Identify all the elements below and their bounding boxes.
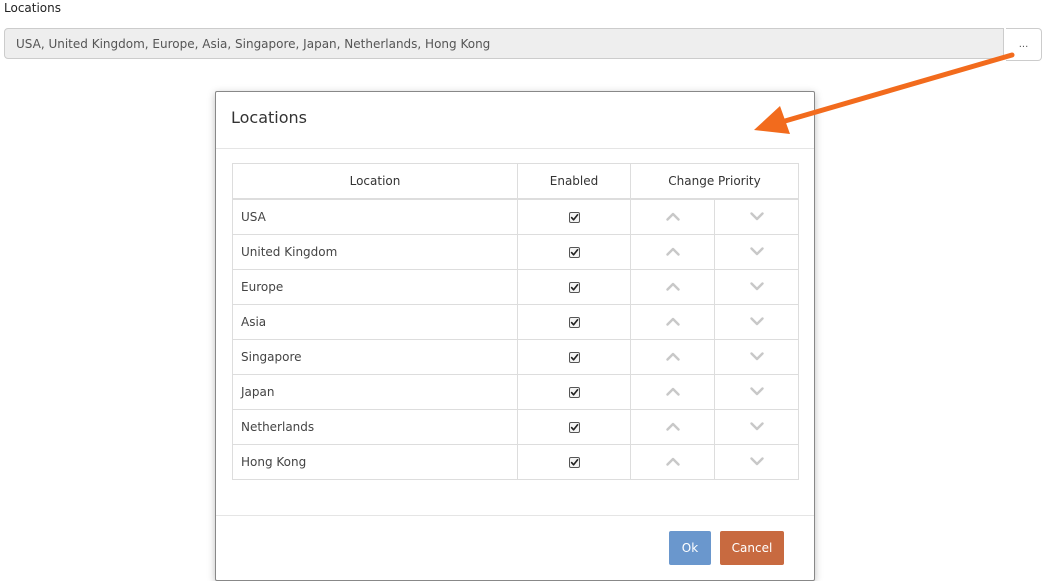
chevron-up-icon[interactable] xyxy=(665,420,680,434)
priority-up-cell xyxy=(630,234,715,270)
priority-down-cell xyxy=(714,374,799,410)
chevron-up-icon[interactable] xyxy=(665,350,680,364)
chevron-down-icon[interactable] xyxy=(749,350,764,364)
chevron-down-icon[interactable] xyxy=(749,210,764,224)
priority-up-cell xyxy=(630,304,715,340)
dialog-header: Locations xyxy=(216,92,814,149)
chevron-down-icon[interactable] xyxy=(749,280,764,294)
enabled-checkbox[interactable] xyxy=(568,247,580,258)
priority-down-cell xyxy=(714,409,799,445)
locations-dialog: Locations Location Enabled Change Priori… xyxy=(215,91,815,581)
priority-up-cell xyxy=(630,444,715,480)
chevron-down-icon[interactable] xyxy=(749,385,764,399)
column-header-enabled: Enabled xyxy=(517,163,631,200)
enabled-cell xyxy=(517,198,631,235)
dialog-footer: Ok Cancel xyxy=(216,515,814,581)
locations-field: USA, United Kingdom, Europe, Asia, Singa… xyxy=(4,28,1042,61)
location-name: Netherlands xyxy=(232,409,518,445)
location-name: USA xyxy=(232,198,518,235)
chevron-down-icon[interactable] xyxy=(749,245,764,259)
enabled-cell xyxy=(517,374,631,410)
location-name: Asia xyxy=(232,304,518,340)
locations-input[interactable]: USA, United Kingdom, Europe, Asia, Singa… xyxy=(4,28,1004,59)
chevron-up-icon[interactable] xyxy=(665,245,680,259)
enabled-checkbox[interactable] xyxy=(568,457,580,468)
priority-down-cell xyxy=(714,269,799,305)
enabled-checkbox[interactable] xyxy=(568,352,580,363)
enabled-cell xyxy=(517,409,631,445)
chevron-down-icon[interactable] xyxy=(749,420,764,434)
enabled-checkbox[interactable] xyxy=(568,282,580,293)
cancel-button[interactable]: Cancel xyxy=(720,531,784,565)
enabled-checkbox[interactable] xyxy=(568,212,580,223)
priority-up-cell xyxy=(630,198,715,235)
table-row: Netherlands xyxy=(232,409,799,445)
priority-down-cell xyxy=(714,444,799,480)
enabled-checkbox[interactable] xyxy=(568,317,580,328)
enabled-cell xyxy=(517,234,631,270)
table-row: USA xyxy=(232,198,799,235)
column-header-change-priority: Change Priority xyxy=(630,163,799,200)
priority-down-cell xyxy=(714,339,799,375)
priority-down-cell xyxy=(714,304,799,340)
table-row: Japan xyxy=(232,374,799,410)
table-row: Singapore xyxy=(232,339,799,375)
enabled-checkbox[interactable] xyxy=(568,387,580,398)
chevron-up-icon[interactable] xyxy=(665,455,680,469)
location-name: United Kingdom xyxy=(232,234,518,270)
table-row: Europe xyxy=(232,269,799,305)
chevron-up-icon[interactable] xyxy=(665,280,680,294)
location-name: Hong Kong xyxy=(232,444,518,480)
table-row: United Kingdom xyxy=(232,234,799,270)
enabled-checkbox[interactable] xyxy=(568,422,580,433)
dialog-title: Locations xyxy=(231,108,308,127)
enabled-cell xyxy=(517,304,631,340)
locations-table: Location Enabled Change Priority USA Unit… xyxy=(232,163,799,480)
priority-down-cell xyxy=(714,234,799,270)
table-row: Hong Kong xyxy=(232,444,799,480)
column-header-location: Location xyxy=(232,163,518,200)
location-name: Japan xyxy=(232,374,518,410)
locations-table-body: USA United Kingdom Europe Asia Singapore Japa… xyxy=(232,198,799,480)
priority-up-cell xyxy=(630,339,715,375)
priority-up-cell xyxy=(630,409,715,445)
enabled-cell xyxy=(517,269,631,305)
enabled-cell xyxy=(517,444,631,480)
chevron-up-icon[interactable] xyxy=(665,210,680,224)
location-name: Europe xyxy=(232,269,518,305)
chevron-up-icon[interactable] xyxy=(665,385,680,399)
chevron-down-icon[interactable] xyxy=(749,315,764,329)
priority-up-cell xyxy=(630,269,715,305)
priority-down-cell xyxy=(714,198,799,235)
chevron-up-icon[interactable] xyxy=(665,315,680,329)
page: Locations USA, United Kingdom, Europe, A… xyxy=(0,0,1047,581)
table-row: Asia xyxy=(232,304,799,340)
priority-up-cell xyxy=(630,374,715,410)
table-header-row: Location Enabled Change Priority xyxy=(232,163,799,200)
locations-field-label: Locations xyxy=(4,1,62,15)
locations-browse-button[interactable]: ... xyxy=(1006,28,1042,61)
ok-button[interactable]: Ok xyxy=(669,531,711,565)
chevron-down-icon[interactable] xyxy=(749,455,764,469)
enabled-cell xyxy=(517,339,631,375)
location-name: Singapore xyxy=(232,339,518,375)
